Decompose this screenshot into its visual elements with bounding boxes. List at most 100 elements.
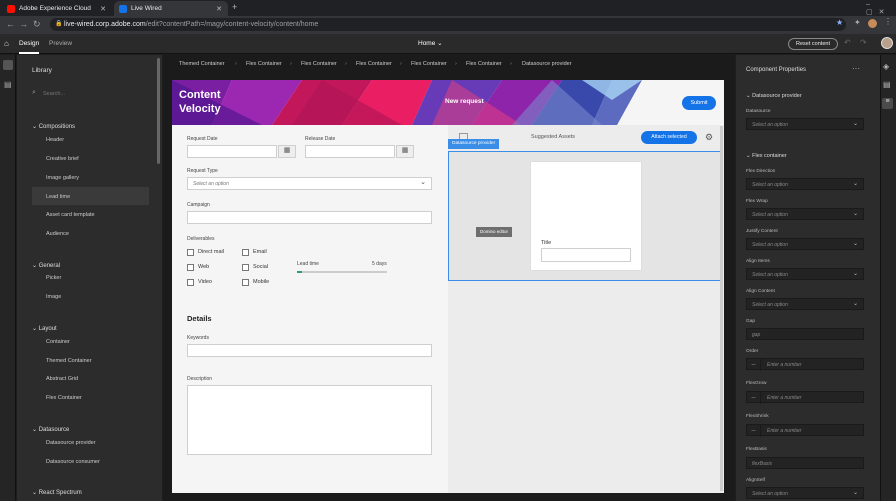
justify-content-select[interactable]: Select an option ⌄ — [746, 238, 864, 250]
page-scrollbar[interactable] — [720, 126, 723, 491]
align-content-select[interactable]: Select an option ⌄ — [746, 298, 864, 310]
request-type-select[interactable]: Select an option ⌄ — [187, 177, 432, 190]
layers-icon[interactable]: ◈ — [883, 62, 889, 71]
close-icon[interactable]: ✕ — [216, 5, 222, 13]
breadcrumb-item[interactable]: Flex Container — [411, 61, 447, 67]
library-item-datasource-consumer[interactable]: Datasource consumer — [46, 459, 100, 465]
breadcrumb-item[interactable]: Flex Container — [466, 61, 502, 67]
browser-tab-livewired[interactable]: Live Wired ✕ — [114, 1, 228, 16]
library-rail-icon[interactable] — [3, 60, 13, 70]
library-item-container[interactable]: Container — [46, 339, 70, 345]
library-item-lead-time[interactable]: Lead time — [46, 194, 70, 200]
section-label: React Spectrum — [38, 490, 82, 496]
extensions-icon[interactable]: ✦ — [854, 18, 861, 27]
breadcrumb-item[interactable]: Themed Container — [179, 61, 225, 67]
email-checkbox[interactable] — [242, 249, 249, 256]
breadcrumb-separator-icon: › — [235, 61, 237, 67]
section-datasource-provider[interactable]: ⌄ Datasource provider — [746, 93, 802, 99]
library-item-abstract-grid[interactable]: Abstract Grid — [46, 376, 78, 382]
reset-content-button[interactable]: Reset content — [788, 38, 838, 50]
minus-icon[interactable]: – — [747, 392, 761, 404]
flexbasis-input[interactable]: flexBasis — [746, 457, 864, 469]
library-item-image-gallery[interactable]: Image gallery — [46, 175, 79, 181]
new-tab-icon[interactable]: + — [232, 2, 237, 12]
web-checkbox[interactable] — [187, 264, 194, 271]
align-items-select[interactable]: Select an option ⌄ — [746, 268, 864, 280]
back-icon[interactable]: ← — [6, 18, 15, 31]
datasource-select[interactable]: Select an option ⌄ — [746, 118, 864, 130]
breadcrumb-item[interactable]: Flex Container — [301, 61, 337, 67]
library-item-creative-brief[interactable]: Creative brief — [46, 156, 79, 162]
calendar-icon[interactable]: ▦ — [278, 145, 296, 158]
attach-selected-button[interactable]: Attach selected — [641, 131, 697, 144]
page-selector[interactable]: Home ⌄ — [418, 34, 443, 54]
gap-input[interactable]: gap — [746, 328, 864, 340]
library-item-audience[interactable]: Audience — [46, 231, 69, 237]
calendar-icon[interactable]: ▦ — [396, 145, 414, 158]
submit-button[interactable]: Submit — [682, 96, 716, 110]
bookmark-star-icon[interactable]: ★ — [836, 18, 843, 27]
campaign-input[interactable] — [187, 211, 432, 224]
video-checkbox[interactable] — [187, 279, 194, 286]
description-textarea[interactable] — [187, 385, 432, 455]
library-item-header[interactable]: Header — [46, 137, 64, 143]
section-flex-container[interactable]: ⌄ Flex container — [746, 153, 787, 159]
asset-card-title-input[interactable] — [541, 248, 631, 262]
library-item-asset-card[interactable]: Asset card template — [46, 212, 95, 218]
flexshrink-number-input[interactable]: – Enter a number — [746, 424, 864, 437]
tab-preview[interactable]: Preview — [49, 34, 72, 54]
window-controls[interactable]: –▢✕ — [866, 1, 896, 16]
library-item-themed-container[interactable]: Themed Container — [46, 358, 92, 364]
library-item-flex-container[interactable]: Flex Container — [46, 395, 82, 401]
library-item-image[interactable]: Image — [46, 294, 61, 300]
reload-icon[interactable]: ↻ — [33, 18, 41, 31]
home-icon[interactable]: ⌂ — [4, 39, 9, 48]
flex-wrap-select[interactable]: Select an option ⌄ — [746, 208, 864, 220]
menu-icon[interactable]: ⋮ — [884, 17, 892, 26]
release-date-input[interactable] — [305, 145, 395, 158]
library-item-picker[interactable]: Picker — [46, 275, 61, 281]
chevron-down-icon: ⌄ — [852, 490, 858, 496]
mobile-label: Mobile — [253, 279, 270, 285]
flex-direction-select[interactable]: Select an option ⌄ — [746, 178, 864, 190]
filter-settings-icon[interactable]: ⚙ — [705, 132, 713, 143]
layers-rail-icon[interactable]: ▤ — [4, 80, 12, 89]
user-avatar[interactable] — [881, 37, 893, 49]
breadcrumb-item[interactable]: Flex Container — [246, 61, 282, 67]
section-datasource[interactable]: ⌄ Datasource — [32, 418, 69, 436]
minus-icon[interactable]: – — [747, 359, 761, 371]
forward-icon[interactable]: → — [19, 18, 28, 31]
library-scrollbar[interactable] — [157, 58, 160, 164]
datasource-provider-tag: Datasource provider — [448, 139, 500, 149]
mobile-checkbox[interactable] — [242, 279, 249, 286]
minus-icon[interactable]: – — [747, 425, 761, 437]
tab-design[interactable]: Design — [19, 34, 40, 54]
undo-icon[interactable]: ↶ — [844, 38, 851, 47]
url-input[interactable]: live-wired.corp.adobe.com/edit?contentPa… — [50, 18, 846, 31]
alignself-label: AlignSelf — [746, 478, 765, 483]
social-checkbox[interactable] — [242, 264, 249, 271]
flexgrow-number-input[interactable]: – Enter a number — [746, 391, 864, 404]
section-react-spectrum[interactable]: ⌄ React Spectrum — [32, 481, 82, 499]
document-icon[interactable]: ▤ — [883, 80, 891, 89]
request-date-input[interactable] — [187, 145, 277, 158]
profile-avatar[interactable] — [868, 19, 877, 28]
close-icon[interactable]: ✕ — [100, 5, 106, 13]
order-number-input[interactable]: – Enter a number — [746, 358, 864, 371]
redo-icon[interactable]: ↷ — [860, 38, 867, 47]
browser-tab-adobe[interactable]: Adobe Experience Cloud ✕ — [2, 1, 112, 16]
properties-rail-icon[interactable]: ≡ — [882, 98, 893, 109]
section-layout[interactable]: ⌄ Layout — [32, 317, 57, 335]
keywords-input[interactable] — [187, 344, 432, 357]
section-general[interactable]: ⌄ General — [32, 254, 60, 272]
alignself-select[interactable]: Select an option ⌄ — [746, 487, 864, 499]
chevron-down-icon: ⌄ — [420, 179, 426, 186]
breadcrumb-item[interactable]: Datasource provider — [522, 61, 572, 67]
direct-mail-checkbox[interactable] — [187, 249, 194, 256]
more-icon[interactable]: ··· — [852, 64, 860, 73]
library-search-input[interactable]: Search... — [43, 91, 65, 97]
library-item-datasource-provider[interactable]: Datasource provider — [46, 440, 96, 446]
lead-time-value: 5 days — [372, 261, 387, 267]
section-compositions[interactable]: ⌄ Compositions — [32, 115, 75, 133]
breadcrumb-item[interactable]: Flex Container — [356, 61, 392, 67]
